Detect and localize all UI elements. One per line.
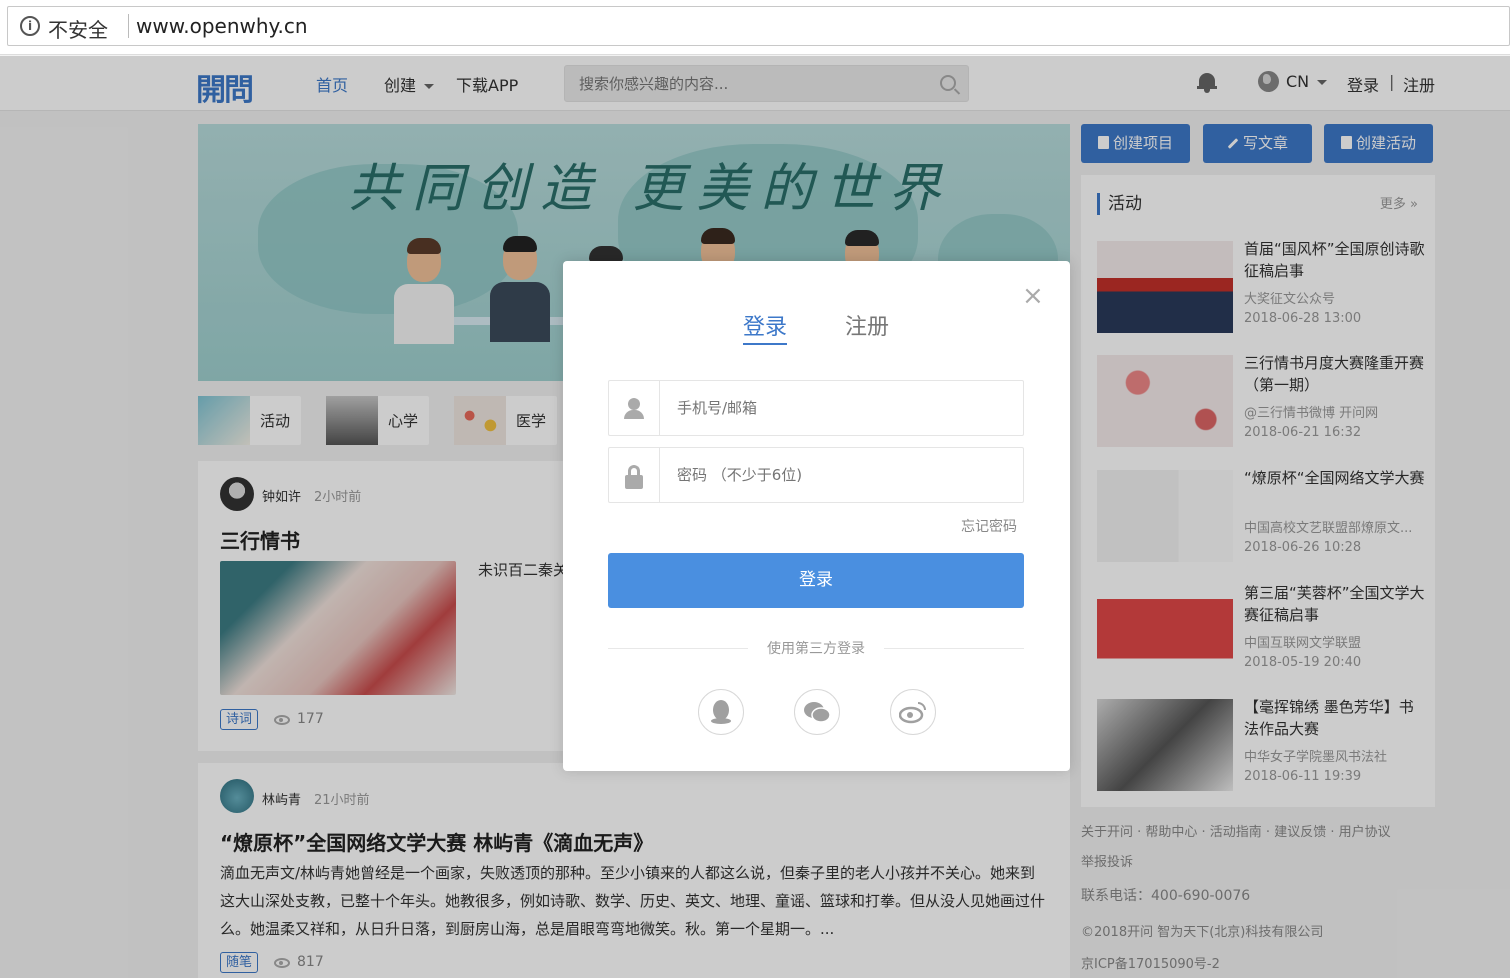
password-input[interactable] [661, 448, 1021, 502]
browser-address-bar: i 不安全 www.openwhy.cn [0, 0, 1510, 55]
third-party-divider: 使用第三方登录 [608, 638, 1024, 658]
login-modal: × 登录 注册 忘记密码 登录 使用第三方登录 [563, 261, 1070, 771]
forgot-password-link[interactable]: 忘记密码 [961, 516, 1017, 536]
url-box[interactable]: i 不安全 www.openwhy.cn [7, 6, 1510, 46]
url-text[interactable]: www.openwhy.cn [136, 14, 308, 38]
account-input[interactable] [661, 381, 1021, 435]
qq-icon[interactable] [698, 689, 744, 735]
lock-icon [609, 448, 660, 502]
tab-login[interactable]: 登录 [743, 309, 788, 345]
login-button[interactable]: 登录 [608, 553, 1024, 608]
divider [128, 14, 129, 38]
user-icon [609, 381, 660, 435]
third-party-label: 使用第三方登录 [767, 641, 865, 657]
wechat-icon[interactable] [794, 689, 840, 735]
password-field [608, 447, 1024, 503]
security-label[interactable]: 不安全 [48, 14, 108, 43]
close-icon[interactable]: × [1022, 283, 1044, 309]
account-field [608, 380, 1024, 436]
weibo-icon[interactable] [890, 689, 936, 735]
info-icon[interactable]: i [20, 16, 40, 36]
tab-register[interactable]: 注册 [845, 309, 889, 341]
